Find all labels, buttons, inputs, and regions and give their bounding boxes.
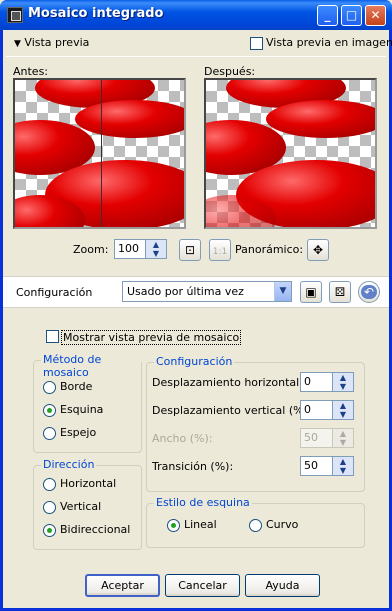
move-icon: ✥ <box>312 243 324 257</box>
reset-button[interactable]: ↶ <box>358 281 380 303</box>
radio-espejo-label: Espejo <box>60 426 97 439</box>
preset-select[interactable]: Usado por última vez ▼ <box>122 281 292 302</box>
one-to-one-icon: 1:1 <box>212 247 228 257</box>
zoom-actual-button[interactable]: 1:1 <box>209 239 231 261</box>
width-spinner[interactable]: ▲ ▼ <box>332 428 354 448</box>
before-label: Antes: <box>13 65 49 78</box>
cancel-button[interactable]: Cancelar <box>165 574 240 597</box>
accept-button[interactable]: Aceptar <box>85 574 160 597</box>
before-preview[interactable] <box>13 78 186 229</box>
radio-borde[interactable] <box>43 381 56 394</box>
radio-vertical[interactable] <box>43 501 56 514</box>
radio-esquina-label: Esquina <box>60 403 104 416</box>
after-label: Después: <box>204 65 256 78</box>
show-tile-preview-checkbox[interactable] <box>46 330 59 343</box>
offset-h-spinner[interactable]: ▲ ▼ <box>332 372 354 392</box>
zoom-spinner[interactable]: ▲ ▼ <box>145 239 167 259</box>
config-label: Configuración <box>16 286 93 299</box>
radio-vertical-label: Vertical <box>60 500 102 513</box>
divider <box>6 56 386 57</box>
settings-title: Configuración <box>154 355 235 368</box>
offset-v-input[interactable]: 0 <box>300 400 333 420</box>
title-bar[interactable]: Mosaico integrado _ □ ✕ <box>0 0 392 30</box>
dice-icon: ⚄ <box>334 285 346 299</box>
radio-curvo[interactable] <box>249 519 262 532</box>
after-preview[interactable] <box>204 78 377 229</box>
width-label: Ancho (%): <box>152 432 213 445</box>
transition-label: Transición (%): <box>152 460 234 473</box>
corner-style-title: Estilo de esquina <box>154 496 252 509</box>
transition-input[interactable]: 50 <box>300 456 333 476</box>
close-button[interactable]: ✕ <box>365 5 386 26</box>
radio-horizontal-label: Horizontal <box>60 477 117 490</box>
red-shape <box>266 100 375 138</box>
red-shape <box>75 100 184 138</box>
zoom-input[interactable]: 100 <box>114 239 146 259</box>
fit-icon: ⊡ <box>184 243 196 257</box>
radio-horizontal[interactable] <box>43 478 56 491</box>
window-title: Mosaico integrado <box>28 6 164 21</box>
radio-lineal-label: Lineal <box>184 518 217 531</box>
radio-curvo-label: Curvo <box>266 518 299 531</box>
radio-lineal[interactable] <box>167 519 180 532</box>
radio-espejo[interactable] <box>43 427 56 440</box>
transition-spinner[interactable]: ▲ ▼ <box>332 456 354 476</box>
random-button[interactable]: ⚄ <box>329 281 351 303</box>
zoom-label: Zoom: <box>73 243 109 256</box>
zoom-fit-button[interactable]: ⊡ <box>179 239 201 261</box>
show-tile-preview-label: Mostrar vista previa de mosaico <box>61 330 242 345</box>
radio-bidireccional-label: Bidireccional <box>60 523 131 536</box>
preview-toggle[interactable]: ▼ Vista previa <box>14 36 89 49</box>
preset-select-value: Usado por última vez <box>127 285 244 298</box>
dialog-window: Mosaico integrado _ □ ✕ ▼ Vista previa V… <box>0 0 392 611</box>
save-preset-button[interactable]: ▣ <box>300 281 322 303</box>
offset-v-label: Desplazamiento vertical (%): <box>152 404 312 417</box>
minimize-button[interactable]: _ <box>317 5 338 26</box>
preview-in-image-checkbox[interactable] <box>250 37 263 50</box>
triangle-down-icon: ▼ <box>14 39 21 49</box>
radio-bidireccional[interactable] <box>43 524 56 537</box>
radio-borde-label: Borde <box>60 380 93 393</box>
offset-h-input[interactable]: 0 <box>300 372 333 392</box>
chevron-down-icon: ▼ <box>274 282 291 301</box>
panoramic-label: Panorámico: <box>235 243 304 256</box>
radio-esquina[interactable] <box>43 404 56 417</box>
tile-seam <box>101 80 102 227</box>
help-button[interactable]: Ayuda <box>245 574 320 597</box>
undo-icon: ↶ <box>360 285 378 299</box>
width-input[interactable]: 50 <box>300 428 333 448</box>
offset-v-spinner[interactable]: ▲ ▼ <box>332 400 354 420</box>
app-icon <box>7 7 23 23</box>
tile-method-title: Método de mosaico <box>41 353 141 379</box>
direction-title: Dirección <box>41 458 97 471</box>
preview-toggle-label: Vista previa <box>24 36 90 49</box>
preview-in-image-label: Vista previa en imagen <box>266 36 392 49</box>
maximize-button[interactable]: □ <box>341 5 362 26</box>
pan-button[interactable]: ✥ <box>307 239 329 261</box>
floppy-icon: ▣ <box>305 285 317 299</box>
